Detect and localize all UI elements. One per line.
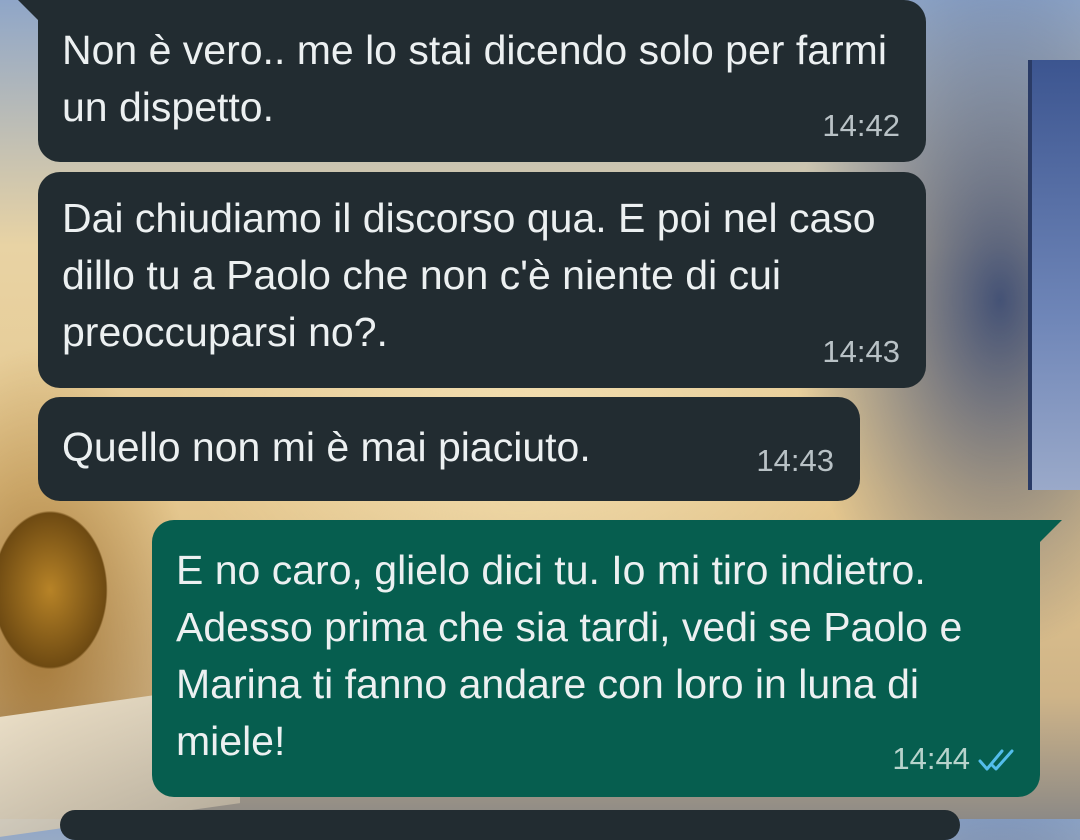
message-text: Dai chiudiamo il discorso qua. E poi nel… xyxy=(62,195,876,355)
message-timestamp: 14:44 xyxy=(892,741,970,776)
message-bubble-incoming[interactable]: Dai chiudiamo il discorso qua. E poi nel… xyxy=(38,172,926,388)
message-timestamp: 14:43 xyxy=(756,443,834,478)
message-text: Non è vero.. me lo stai dicendo solo per… xyxy=(62,27,887,130)
message-bubble-outgoing[interactable]: E no caro, glielo dici tu. Io mi tiro in… xyxy=(152,520,1040,797)
message-bubble-incoming[interactable]: Quello non mi è mai piaciuto. 14:43 xyxy=(38,397,860,501)
message-text: Quello non mi è mai piaciuto. xyxy=(62,424,591,470)
bubble-tail-outgoing xyxy=(1040,520,1062,542)
message-bubble-incoming[interactable]: Non è vero.. me lo stai dicendo solo per… xyxy=(38,0,926,162)
read-double-check-icon xyxy=(978,749,1014,771)
message-timestamp: 14:43 xyxy=(822,334,900,369)
wallpaper-window xyxy=(1028,60,1080,490)
next-message-bubble-partial xyxy=(60,810,960,840)
message-timestamp: 14:42 xyxy=(822,108,900,143)
bubble-tail-incoming xyxy=(18,0,40,22)
message-text: E no caro, glielo dici tu. Io mi tiro in… xyxy=(176,547,963,764)
wallpaper-lamp xyxy=(0,480,150,700)
